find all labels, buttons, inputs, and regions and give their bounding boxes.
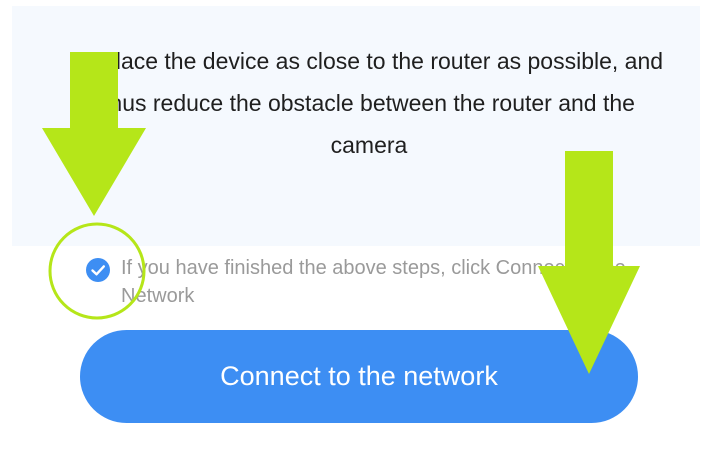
instructions-panel: 3. Place the device as close to the rout… — [12, 6, 700, 246]
checkmark-icon — [91, 265, 105, 276]
connect-to-network-button[interactable]: Connect to the network — [80, 330, 638, 423]
step-3-text: 3. Place the device as close to the rout… — [74, 48, 664, 158]
confirmation-checkbox[interactable] — [86, 258, 110, 282]
confirmation-label: If you have finished the above steps, cl… — [121, 257, 626, 307]
